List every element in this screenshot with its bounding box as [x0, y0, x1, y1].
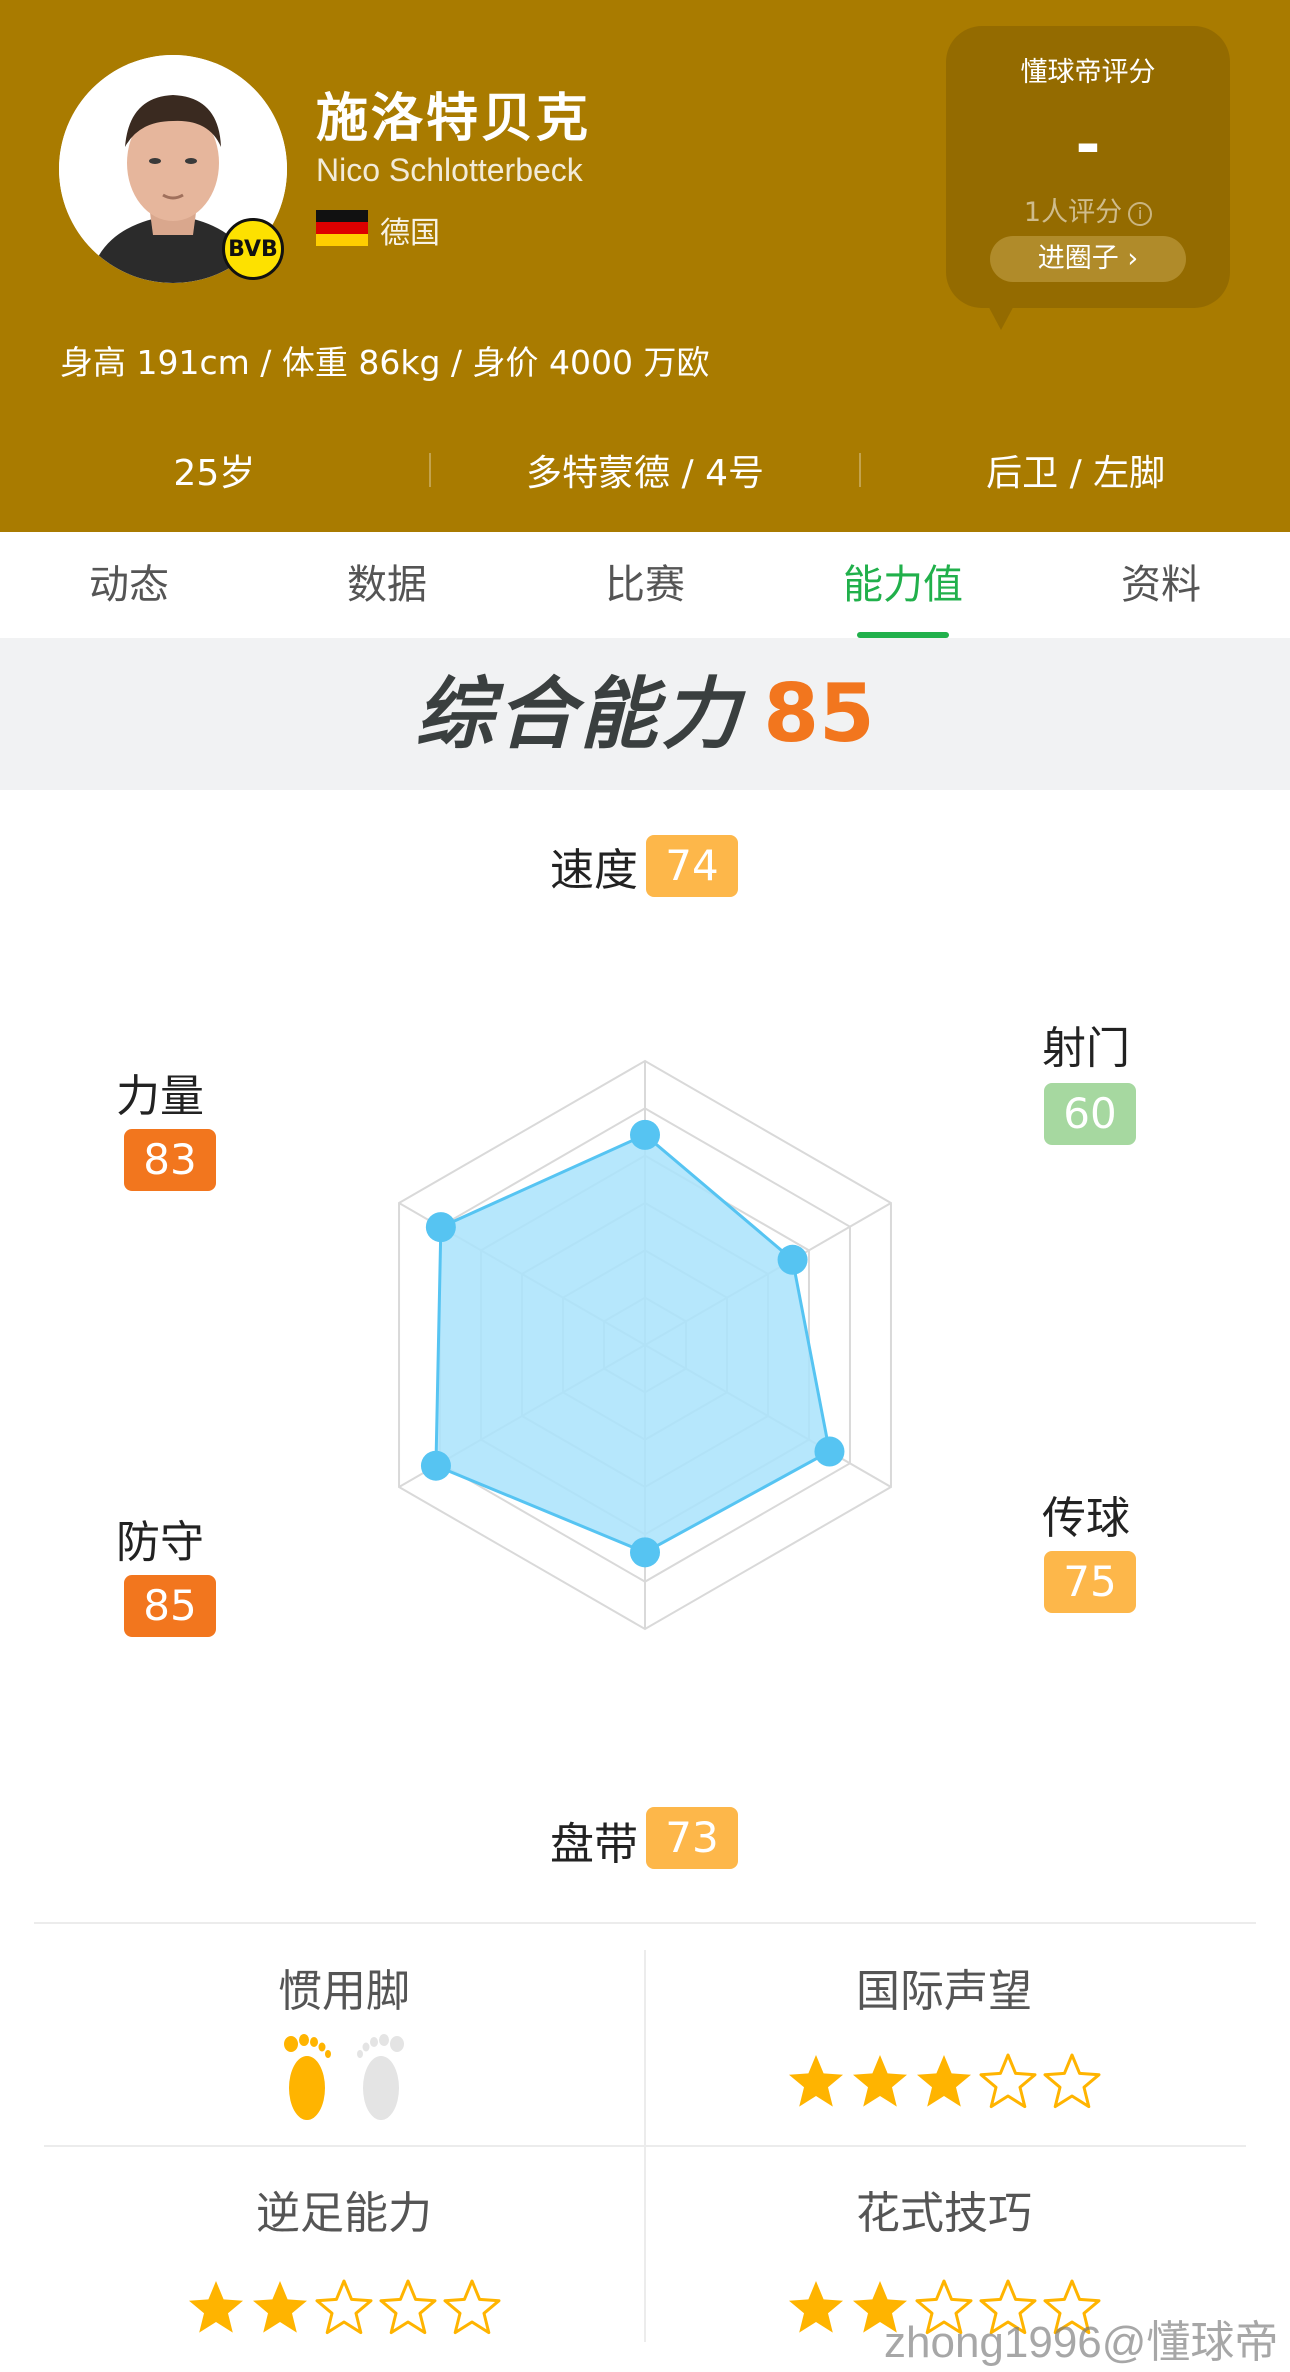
rating-card-tail — [985, 300, 1017, 330]
tab-abilities[interactable]: 能力值 — [774, 532, 1032, 638]
player-header: BVB 施洛特贝克 Nico Schlotterbeck 德国 身高 191cm… — [0, 0, 1290, 532]
radar-data-point — [630, 1537, 660, 1568]
weak-foot-stars — [44, 2278, 644, 2342]
radar-label-dribbling: 盘带 — [550, 1819, 638, 1870]
star-filled-icon — [253, 2281, 307, 2333]
star-filled-icon — [189, 2281, 243, 2333]
preferred-foot-display — [44, 2032, 644, 2126]
player-country: 德国 — [380, 216, 440, 251]
overall-label: 综合能力 — [415, 670, 744, 760]
player-position-foot: 后卫 / 左脚 — [986, 453, 1166, 494]
radar-data-point — [425, 1212, 456, 1243]
reputation-title: 国际声望 — [856, 1966, 1032, 2017]
star-filled-icon — [917, 2055, 971, 2107]
rating-count: 1人评分 i — [946, 190, 1230, 229]
radar-value-passing: 75 — [1044, 1551, 1136, 1613]
star-empty-icon — [443, 2279, 501, 2335]
join-circle-button[interactable]: 进圈子 › — [990, 236, 1186, 282]
tab-bar: 动态 数据 比赛 能力值 资料 — [0, 532, 1290, 638]
radar-value-speed: 74 — [646, 835, 738, 897]
player-name-cn: 施洛特贝克 — [316, 89, 592, 149]
radar-data-point — [777, 1244, 808, 1275]
tab-stats[interactable]: 数据 — [258, 532, 516, 638]
germany-flag-icon — [316, 210, 368, 246]
star-empty-icon — [1043, 2053, 1101, 2109]
radar-label-strength: 力量 — [116, 1071, 204, 1122]
rating-count-text: 1人评分 — [1023, 197, 1123, 228]
player-club-number: 多特蒙德 / 4号 — [526, 453, 764, 494]
player-name-en: Nico Schlotterbeck — [316, 152, 583, 188]
star-empty-icon — [979, 2053, 1037, 2109]
rating-title: 懂球帝评分 — [1020, 57, 1156, 88]
ability-radar-chart: 速度 74 射门 60 传球 75 盘带 73 防守 85 力量 83 — [0, 790, 1290, 1910]
radar-data-point — [814, 1436, 845, 1467]
skill-moves-title: 花式技巧 — [856, 2188, 1032, 2239]
preferred-foot-title: 惯用脚 — [278, 1966, 410, 2017]
radar-label-speed: 速度 — [550, 845, 638, 896]
tab-profile[interactable]: 资料 — [1032, 532, 1290, 638]
star-filled-icon — [853, 2055, 907, 2107]
radar-value-shooting: 60 — [1044, 1083, 1136, 1145]
right-foot-icon — [356, 2034, 404, 2120]
radar-value-dribbling: 73 — [646, 1807, 738, 1869]
rating-value: - — [1075, 110, 1101, 180]
player-age: 25岁 — [173, 453, 256, 494]
radar-value-strength: 83 — [124, 1129, 216, 1191]
tab-news[interactable]: 动态 — [0, 532, 258, 638]
rating-card: 懂球帝评分 - 1人评分 i 进圈子 › — [946, 26, 1230, 308]
club-badge-icon: BVB — [222, 218, 284, 280]
radar-data-area — [434, 1133, 832, 1554]
radar-label-defending: 防守 — [116, 1517, 204, 1568]
radar-svg — [398, 1059, 892, 1631]
player-physique: 身高 191cm / 体重 86kg / 身价 4000 万欧 — [60, 343, 710, 382]
overall-ability-banner: 综合能力 85 — [0, 638, 1290, 790]
radar-data-point — [630, 1119, 660, 1150]
grid-divider-top — [34, 1922, 1256, 1924]
watermark: zhong1996@懂球帝 — [884, 2318, 1279, 2367]
star-filled-icon — [789, 2281, 843, 2333]
info-icon[interactable]: i — [1128, 201, 1153, 226]
star-empty-icon — [315, 2279, 373, 2335]
radar-label-shooting: 射门 — [1042, 1023, 1130, 1074]
star-filled-icon — [789, 2055, 843, 2107]
tab-matches[interactable]: 比赛 — [516, 532, 774, 638]
player-stats-row: 25岁 多特蒙德 / 4号 后卫 / 左脚 — [0, 430, 1290, 510]
radar-label-passing: 传球 — [1042, 1493, 1130, 1544]
left-foot-icon — [284, 2034, 332, 2120]
overall-value: 85 — [763, 667, 875, 760]
star-empty-icon — [379, 2279, 437, 2335]
radar-value-defending: 85 — [124, 1575, 216, 1637]
radar-data-point — [420, 1450, 451, 1481]
weak-foot-title: 逆足能力 — [256, 2188, 432, 2239]
reputation-stars — [644, 2052, 1244, 2116]
